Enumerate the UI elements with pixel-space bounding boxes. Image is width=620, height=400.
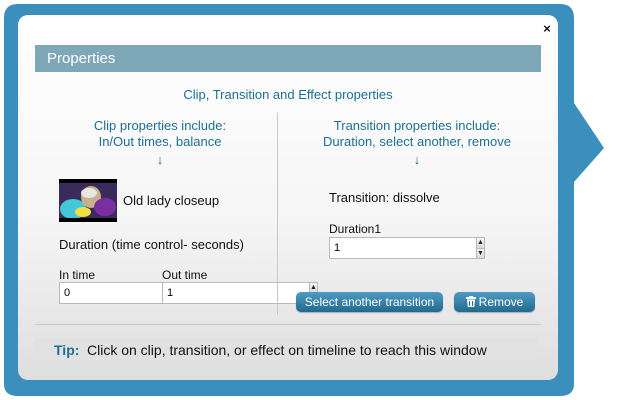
clip-name: Old lady closeup bbox=[123, 193, 220, 208]
transition-duration-input[interactable] bbox=[329, 237, 476, 259]
clip-duration-label: Duration (time control- seconds) bbox=[59, 237, 244, 252]
trash-icon bbox=[465, 296, 476, 307]
remove-transition-label: Remove bbox=[478, 295, 524, 309]
remove-transition-button[interactable]: Remove bbox=[454, 292, 535, 312]
select-another-transition-label: Select another transition bbox=[304, 295, 435, 309]
clip-thumbnail-image bbox=[59, 179, 117, 222]
tip-text: Click on clip, transition, or effect on … bbox=[87, 342, 487, 358]
close-icon[interactable]: × bbox=[540, 22, 554, 36]
tip-label: Tip: bbox=[54, 342, 80, 358]
window-title-bar: Properties bbox=[35, 45, 541, 72]
window-title: Properties bbox=[47, 50, 116, 67]
in-time-label: In time bbox=[59, 268, 96, 282]
clip-properties-heading: Clip properties include: In/Out times, b… bbox=[60, 118, 260, 150]
clip-arrow-down-icon: ↓ bbox=[156, 152, 164, 167]
select-another-transition-button[interactable]: Select another transition bbox=[296, 292, 443, 312]
transition-heading-line1: Transition properties include: bbox=[333, 118, 501, 133]
out-time-label: Out time bbox=[162, 268, 208, 282]
transition-duration-decrement-icon[interactable]: ▼ bbox=[476, 248, 485, 259]
transition-duration-label: Duration1 bbox=[329, 222, 382, 236]
current-transition: Transition: dissolve bbox=[329, 190, 440, 205]
in-time-stepper: ▲ ▼ bbox=[59, 282, 215, 304]
column-divider bbox=[277, 113, 278, 315]
transition-properties-heading: Transition properties include: Duration,… bbox=[310, 118, 524, 150]
transition-heading-line2: Duration, select another, remove bbox=[323, 134, 511, 149]
transition-duration-stepper: ▲ ▼ bbox=[329, 237, 485, 259]
clip-heading-line1: Clip properties include: bbox=[93, 118, 227, 133]
transition-arrow-down-icon: ↓ bbox=[413, 152, 421, 167]
out-time-stepper: ▲ ▼ bbox=[162, 282, 318, 304]
tip-bar: Tip: Click on clip, transition, or effec… bbox=[35, 338, 537, 363]
clip-heading-line2: In/Out times, balance bbox=[98, 134, 222, 149]
clip-thumbnail[interactable] bbox=[59, 179, 117, 222]
tip-divider bbox=[35, 324, 541, 325]
out-time-input[interactable] bbox=[162, 282, 309, 304]
properties-subtitle: Clip, Transition and Effect properties bbox=[183, 87, 393, 102]
transition-duration-increment-icon[interactable]: ▲ bbox=[476, 237, 485, 249]
